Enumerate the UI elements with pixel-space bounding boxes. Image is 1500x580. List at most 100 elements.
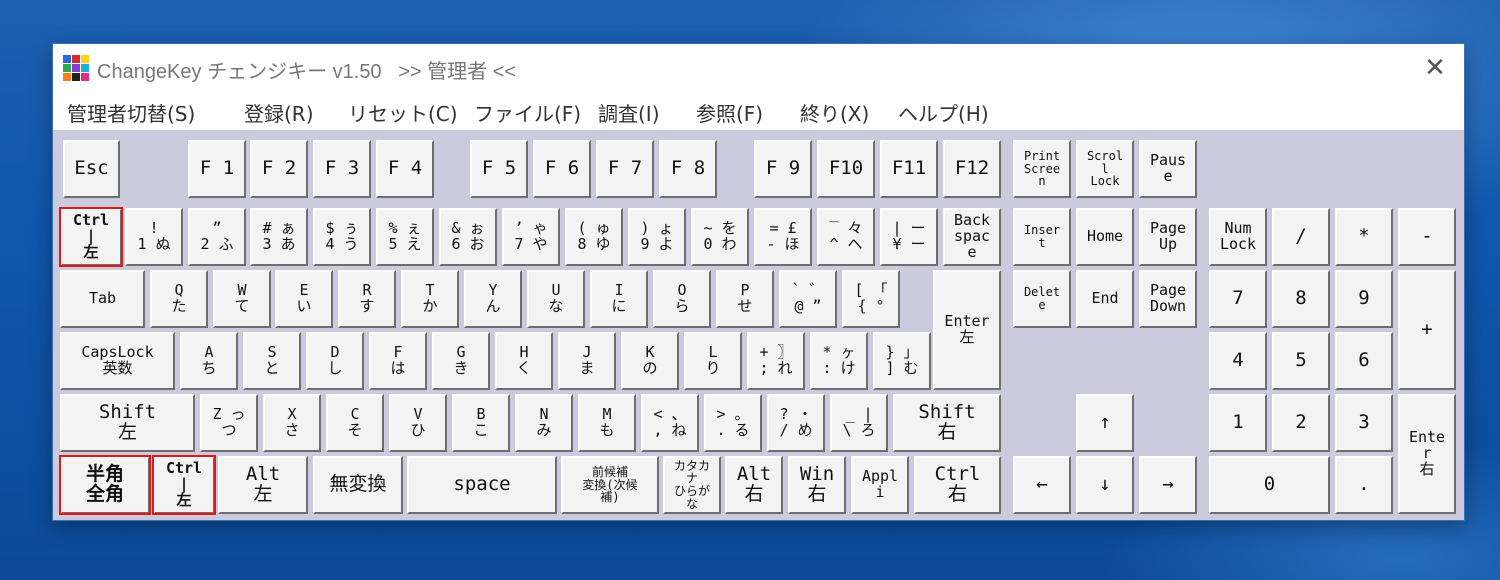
key-kyen[interactable]: | ー ¥ ー: [880, 208, 938, 266]
key-arrow-right[interactable]: →: [1139, 456, 1197, 514]
key-shift-right[interactable]: Shift 右: [893, 394, 1001, 452]
key-ku[interactable]: U な: [527, 270, 585, 328]
key-ky[interactable]: Y ん: [464, 270, 522, 328]
key-f12[interactable]: F12: [943, 140, 1001, 198]
key-kj[interactable]: J ま: [558, 332, 616, 390]
key-f8[interactable]: F 8: [659, 140, 717, 198]
key-home[interactable]: Home: [1076, 208, 1134, 266]
key-num-enter[interactable]: Ente r 右: [1398, 394, 1456, 514]
key-num2[interactable]: 2: [1272, 394, 1330, 452]
key-klbracket[interactable]: [ 「 { °: [842, 270, 900, 328]
key-capslock[interactable]: CapsLock 英数: [60, 332, 175, 390]
key-kslash[interactable]: ? ・ / め: [767, 394, 825, 452]
key-kv[interactable]: V ひ: [389, 394, 447, 452]
key-ka[interactable]: A ち: [180, 332, 238, 390]
key-page-up[interactable]: Page Up: [1139, 208, 1197, 266]
key-num0[interactable]: 0: [1209, 456, 1330, 514]
key-kk[interactable]: K の: [621, 332, 679, 390]
close-icon[interactable]: ✕: [1418, 53, 1452, 83]
key-tab[interactable]: Tab: [60, 270, 145, 328]
key-f6[interactable]: F 6: [533, 140, 591, 198]
key-insert[interactable]: Inser t: [1013, 208, 1071, 266]
key-k0[interactable]: ~ を 0 わ: [691, 208, 749, 266]
key-num5[interactable]: 5: [1272, 332, 1330, 390]
key-num4[interactable]: 4: [1209, 332, 1267, 390]
key-num-mul[interactable]: *: [1335, 208, 1393, 266]
key-hankaku[interactable]: 半角 全角: [59, 455, 151, 515]
key-kc[interactable]: C そ: [326, 394, 384, 452]
key-end[interactable]: End: [1076, 270, 1134, 328]
key-page-down[interactable]: Page Down: [1139, 270, 1197, 328]
key-esc[interactable]: Esc: [63, 140, 120, 198]
menu-register[interactable]: 登録(R): [244, 98, 314, 127]
key-kbackslash[interactable]: _ | \ ろ: [830, 394, 888, 452]
key-kw[interactable]: W て: [213, 270, 271, 328]
key-num7[interactable]: 7: [1209, 270, 1267, 328]
key-ctrl-right[interactable]: Ctrl 右: [914, 456, 1001, 514]
key-kminus[interactable]: = £ - ほ: [754, 208, 812, 266]
key-shift-left[interactable]: Shift 左: [60, 394, 195, 452]
key-kn[interactable]: N み: [515, 394, 573, 452]
key-kb[interactable]: B こ: [452, 394, 510, 452]
key-ki[interactable]: I に: [590, 270, 648, 328]
key-num-add[interactable]: +: [1398, 270, 1456, 390]
key-num8[interactable]: 8: [1272, 270, 1330, 328]
key-alt-right[interactable]: Alt 右: [725, 456, 783, 514]
key-kat[interactable]: ` ゛ @ ”: [779, 270, 837, 328]
key-win-right[interactable]: Win 右: [788, 456, 846, 514]
key-km[interactable]: M も: [578, 394, 636, 452]
menu-admin-switch[interactable]: 管理者切替(S): [67, 98, 195, 127]
key-f1[interactable]: F 1: [188, 140, 246, 198]
key-k8[interactable]: ( ゅ 8 ゆ: [565, 208, 623, 266]
key-henkan[interactable]: 前候補 変換(次候 補): [561, 456, 659, 514]
key-arrow-up[interactable]: ↑: [1076, 394, 1134, 452]
key-kp[interactable]: P せ: [716, 270, 774, 328]
key-ks[interactable]: S と: [243, 332, 301, 390]
menu-investigate[interactable]: 調査(I): [598, 98, 660, 127]
key-alt-left[interactable]: Alt 左: [218, 456, 308, 514]
key-k7[interactable]: ’ ゃ 7 や: [502, 208, 560, 266]
key-kx[interactable]: X さ: [263, 394, 321, 452]
key-num-lock[interactable]: Num Lock: [1209, 208, 1267, 266]
key-print-screen[interactable]: Print Scree n: [1013, 140, 1071, 198]
key-kz[interactable]: Z っ つ: [200, 394, 258, 452]
key-space[interactable]: space: [407, 456, 557, 514]
key-kh[interactable]: H く: [495, 332, 553, 390]
key-kd[interactable]: D し: [306, 332, 364, 390]
menu-file[interactable]: ファイル(F): [474, 98, 581, 127]
key-f5[interactable]: F 5: [470, 140, 528, 198]
key-k6[interactable]: & ぉ 6 お: [439, 208, 497, 266]
key-kperiod[interactable]: > 。 . る: [704, 394, 762, 452]
menu-reset[interactable]: リセット(C): [348, 98, 458, 127]
key-k1[interactable]: ! 1 ぬ: [125, 208, 183, 266]
key-kf[interactable]: F は: [369, 332, 427, 390]
key-f3[interactable]: F 3: [313, 140, 371, 198]
key-num-dot[interactable]: .: [1335, 456, 1393, 514]
key-kg[interactable]: G き: [432, 332, 490, 390]
menu-help[interactable]: ヘルプ(H): [898, 98, 989, 127]
key-k5[interactable]: % ぇ 5 え: [376, 208, 434, 266]
key-arrow-down[interactable]: ↓: [1076, 456, 1134, 514]
key-ko[interactable]: O ら: [653, 270, 711, 328]
key-num-sub[interactable]: -: [1398, 208, 1456, 266]
key-kq[interactable]: Q た: [150, 270, 208, 328]
key-k3[interactable]: # ぁ 3 あ: [250, 208, 308, 266]
key-f11[interactable]: F11: [880, 140, 938, 198]
key-krbracket[interactable]: } 」 ] む: [873, 332, 931, 390]
menu-reference[interactable]: 参照(F): [696, 98, 763, 127]
key-kana[interactable]: カタカ ナ ひらが な: [663, 456, 721, 514]
key-enter[interactable]: Enter 左: [933, 270, 1001, 390]
key-num6[interactable]: 6: [1335, 332, 1393, 390]
key-kcolon[interactable]: * ヶ : け: [810, 332, 868, 390]
key-num1[interactable]: 1: [1209, 394, 1267, 452]
key-f7[interactable]: F 7: [596, 140, 654, 198]
key-kcomma[interactable]: < 、 , ね: [641, 394, 699, 452]
key-k4[interactable]: $ ぅ 4 う: [313, 208, 371, 266]
key-k2[interactable]: ” 2 ふ: [188, 208, 246, 266]
key-backspace[interactable]: Back spac e: [943, 208, 1001, 266]
key-pause[interactable]: Paus e: [1139, 140, 1197, 198]
key-ke[interactable]: E い: [275, 270, 333, 328]
key-kl[interactable]: L り: [684, 332, 742, 390]
key-ctrl-top[interactable]: Ctrl | 左: [59, 207, 123, 267]
menu-exit[interactable]: 終り(X): [800, 98, 869, 127]
